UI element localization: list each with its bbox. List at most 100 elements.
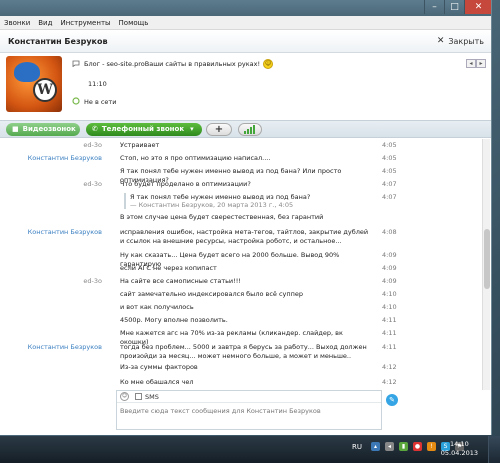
- antivirus-icon[interactable]: ●: [413, 442, 422, 451]
- phone-icon: ✆: [92, 125, 98, 133]
- chat-scrollbar[interactable]: [482, 139, 490, 390]
- message-text: Устраивает: [120, 141, 160, 149]
- chat-history: ed-3o Устраивает 4:05 Константин Безруко…: [0, 139, 491, 390]
- minimize-button[interactable]: –: [424, 0, 444, 14]
- left-arrow-icon[interactable]: ◂: [466, 59, 476, 68]
- offline-status-icon: [72, 97, 80, 107]
- title-bar: – □ ✕: [0, 0, 491, 16]
- contact-name: Константин Безруков: [8, 37, 108, 46]
- message-time: 4:09: [382, 264, 397, 272]
- chevron-down-icon[interactable]: ▾: [190, 123, 194, 136]
- phone-call-label: Телефонный звонок: [101, 125, 185, 133]
- mood-text: Блог - seo-site.proВаши сайты в правильн…: [84, 60, 261, 68]
- clock-date: 05.04.2013: [440, 449, 478, 457]
- message-time: 4:05: [382, 141, 397, 149]
- message-time: 4:07: [382, 180, 397, 188]
- message-text: Ко мне обашался чел: [120, 378, 194, 386]
- scrollbar-thumb[interactable]: [484, 229, 490, 289]
- message-text: На сайте все самописные статьи!!!: [120, 277, 241, 285]
- message-time: 4:07: [382, 193, 397, 201]
- message-time: 4:09: [382, 277, 397, 285]
- message-text: В этом случае цена будет сверестественна…: [120, 213, 324, 221]
- emoticon-icon[interactable]: ☺: [120, 392, 129, 401]
- message-time: 4:12: [382, 378, 397, 386]
- menu-help[interactable]: Помощь: [119, 19, 149, 27]
- message-sender[interactable]: Константин Безруков: [28, 154, 102, 162]
- message-sender[interactable]: Константин Безруков: [28, 228, 102, 236]
- message-text: Что будет проделано в оптимизации?: [120, 180, 251, 188]
- message-text: тогда без проблем... 5000 и завтра я бер…: [120, 343, 367, 360]
- speech-bubble-icon: [72, 60, 80, 69]
- menu-bar: Звонки Вид Инструменты Помощь: [0, 16, 491, 30]
- message-time: 4:10: [382, 303, 397, 311]
- local-time: 11:10: [88, 80, 107, 88]
- close-window-button[interactable]: ✕: [464, 0, 491, 14]
- avatar-figure: [14, 62, 40, 82]
- language-indicator[interactable]: RU: [352, 443, 362, 451]
- message-time: 4:11: [382, 316, 397, 324]
- contact-profile: W Блог - seo-site.proВаши сайты в правил…: [0, 54, 491, 118]
- mood-message: Блог - seo-site.proВаши сайты в правильн…: [72, 59, 274, 69]
- message-time: 4:11: [382, 329, 397, 337]
- message-text: 4500р. Могу вполне позволить.: [120, 316, 228, 324]
- volume-icon[interactable]: ◂: [385, 442, 394, 451]
- message-text: Стоп, но это я про оптимизацию написал..…: [120, 154, 271, 162]
- call-toolbar: ■ Видеозвонок ✆ Телефонный звонок ▾ +: [0, 120, 491, 138]
- quoted-message: Я так понял тебе нужен именно вывод из п…: [124, 193, 310, 209]
- close-conversation-button[interactable]: ✕ Закрыть: [437, 36, 484, 46]
- call-quality-button[interactable]: [238, 123, 262, 136]
- add-button[interactable]: +: [206, 123, 232, 136]
- video-call-label: Видеозвонок: [22, 125, 76, 133]
- phone-call-button[interactable]: ✆ Телефонный звонок ▾: [86, 123, 202, 136]
- composer-toolbar: ☺ SMS: [117, 391, 381, 403]
- message-text: исправления ошибок, настройка мета-тегов…: [120, 228, 369, 245]
- skype-window: – □ ✕ Звонки Вид Инструменты Помощь Конс…: [0, 0, 492, 435]
- message-time: 4:11: [382, 343, 397, 351]
- menu-view[interactable]: Вид: [38, 19, 52, 27]
- contact-header: Константин Безруков ✕ Закрыть: [0, 31, 491, 53]
- status-text: Не в сети: [84, 98, 117, 106]
- video-camera-icon: ■: [12, 125, 19, 133]
- close-label: Закрыть: [448, 36, 484, 46]
- message-time: 4:12: [382, 363, 397, 371]
- menu-tools[interactable]: Инструменты: [60, 19, 110, 27]
- message-time: 4:09: [382, 251, 397, 259]
- profile-scroll-arrows: ◂ ▸: [466, 59, 486, 68]
- message-composer: ☺ SMS Введите сюда текст сообщения для К…: [116, 390, 382, 430]
- window-controls: – □ ✕: [424, 0, 491, 14]
- status-row: Не в сети: [72, 97, 116, 107]
- clock-time: 14:10: [450, 440, 469, 448]
- taskbar: RU ▴ ◂ ▮ ● ! S ⚑ 14:10 05.04.2013: [0, 436, 500, 463]
- network-icon[interactable]: ▮: [399, 442, 408, 451]
- smiley-icon: ☺: [263, 59, 274, 69]
- message-time: 4:10: [382, 290, 397, 298]
- message-input[interactable]: Введите сюда текст сообщения для Констан…: [117, 403, 381, 419]
- sms-checkbox[interactable]: [135, 393, 142, 400]
- maximize-button[interactable]: □: [444, 0, 464, 14]
- message-sender: ed-3o: [83, 141, 102, 149]
- sms-label: SMS: [145, 392, 159, 401]
- message-time: 4:08: [382, 228, 397, 236]
- quote-text: Я так понял тебе нужен именно вывод из п…: [130, 193, 311, 201]
- video-call-button[interactable]: ■ Видеозвонок: [6, 123, 80, 136]
- menu-calls[interactable]: Звонки: [4, 19, 30, 27]
- clock[interactable]: 14:10 05.04.2013: [441, 440, 478, 458]
- show-desktop-button[interactable]: [488, 436, 500, 463]
- right-arrow-icon[interactable]: ▸: [476, 59, 486, 68]
- message-time: 4:05: [382, 167, 397, 175]
- wordpress-logo-icon: W: [33, 78, 57, 102]
- message-sender[interactable]: Константин Безруков: [28, 343, 102, 351]
- message-sender: ed-3o: [83, 180, 102, 188]
- message-time: 4:05: [382, 154, 397, 162]
- message-text: и вот как получилось: [120, 303, 194, 311]
- signal-bars-icon: [244, 125, 256, 134]
- send-button[interactable]: ✎: [386, 394, 398, 406]
- message-sender: ed-3o: [83, 277, 102, 285]
- message-text: Из-за суммы факторов: [120, 363, 198, 371]
- send-icon: ✎: [389, 396, 395, 404]
- close-icon: ✕: [436, 36, 445, 46]
- show-hidden-icons-icon[interactable]: ▴: [371, 442, 380, 451]
- avatar[interactable]: W: [6, 56, 62, 112]
- message-text: сайт замечательно индексировался было вс…: [120, 290, 304, 298]
- update-icon[interactable]: !: [427, 442, 436, 451]
